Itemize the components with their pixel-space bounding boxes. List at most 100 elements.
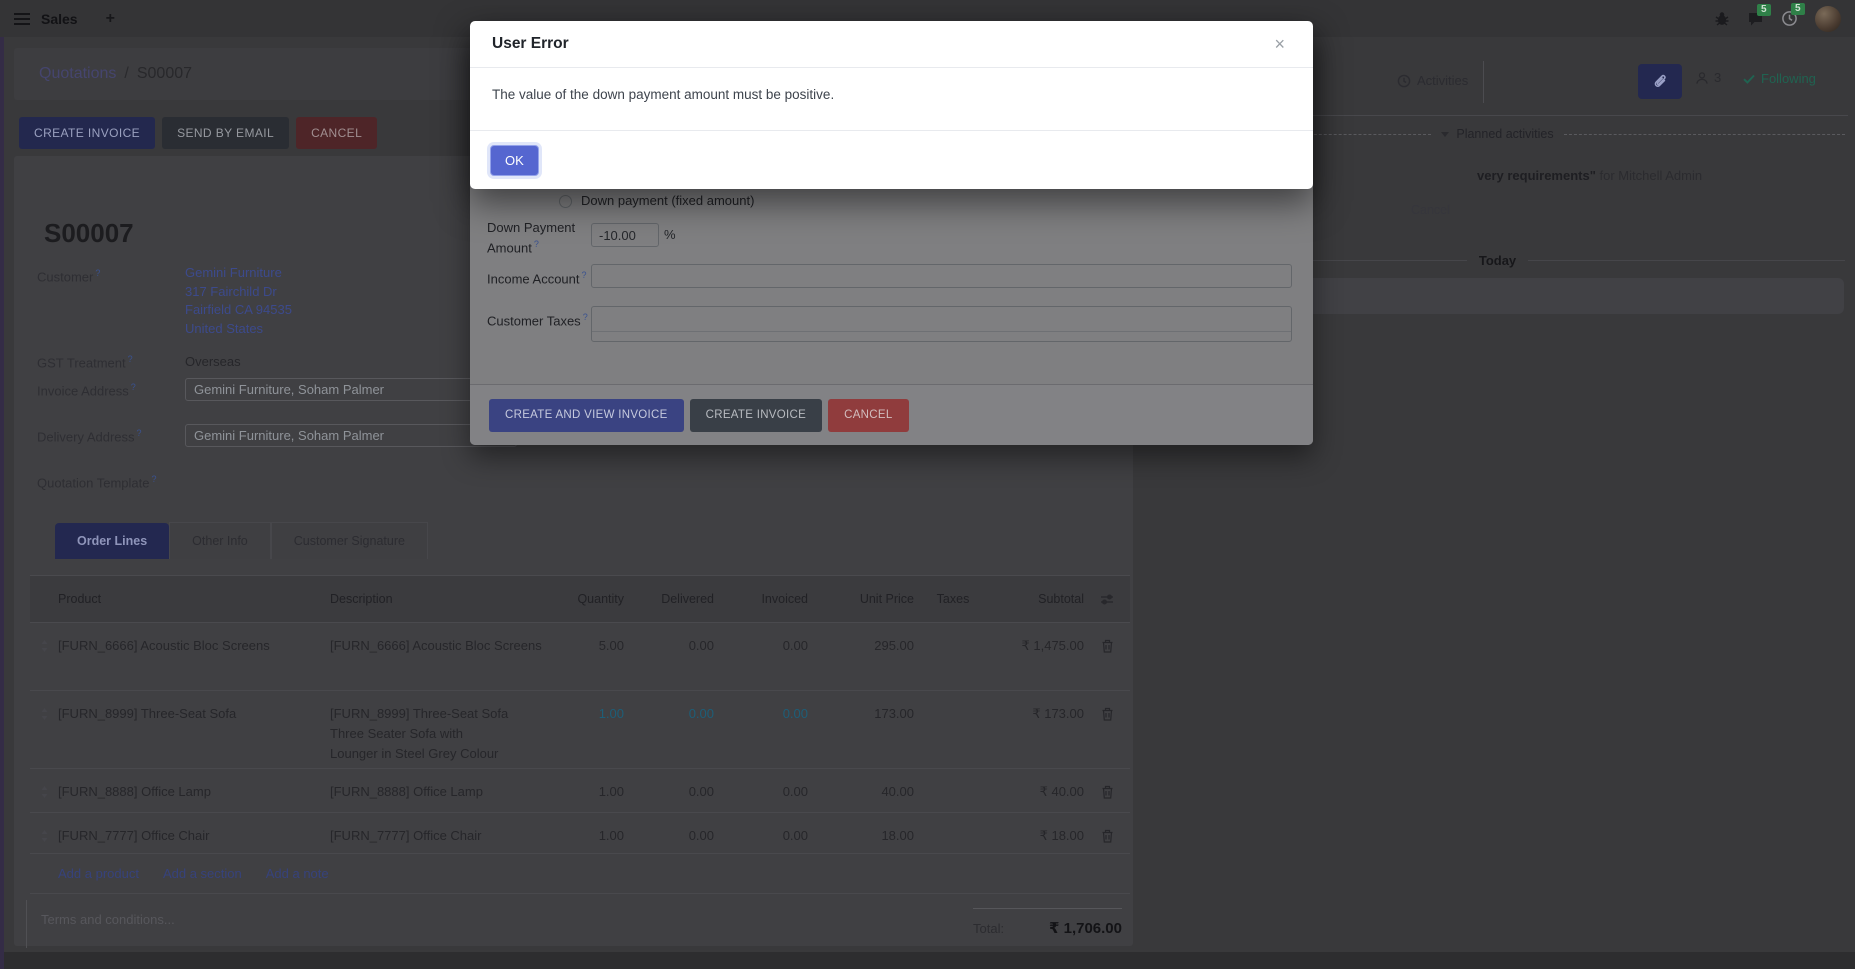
down-payment-amount-input[interactable]: -10.00 bbox=[591, 223, 659, 247]
cell-invoiced[interactable]: 0.00 bbox=[718, 704, 812, 768]
following-button[interactable]: Following bbox=[1743, 71, 1816, 86]
customer-street-link[interactable]: 317 Fairchild Dr bbox=[185, 283, 292, 302]
cell-invoiced[interactable]: 0.00 bbox=[718, 826, 812, 853]
column-options-icon[interactable] bbox=[1084, 593, 1130, 606]
cell-quantity[interactable]: 1.00 bbox=[542, 704, 628, 768]
customer-taxes-input[interactable] bbox=[591, 306, 1292, 342]
apps-menu-icon[interactable] bbox=[14, 13, 30, 25]
delete-row-icon[interactable] bbox=[1084, 636, 1130, 690]
invoice-address-input[interactable]: Gemini Furniture, Soham Palmer bbox=[185, 378, 517, 401]
close-icon[interactable]: × bbox=[1268, 34, 1291, 54]
cell-taxes[interactable] bbox=[918, 782, 988, 812]
delivery-address-input[interactable]: Gemini Furniture, Soham Palmer bbox=[185, 424, 517, 447]
order-line-row[interactable]: [FURN_8999] Three-Seat Sofa [FURN_8999] … bbox=[30, 691, 1130, 769]
app-name-sales[interactable]: Sales bbox=[41, 11, 78, 27]
customer-name-link[interactable]: Gemini Furniture bbox=[185, 264, 292, 283]
terms-and-conditions-input[interactable]: Terms and conditions... bbox=[26, 900, 966, 948]
cell-taxes[interactable] bbox=[918, 826, 988, 853]
help-marker: ? bbox=[137, 428, 142, 438]
tab-customer-signature[interactable]: Customer Signature bbox=[271, 522, 428, 559]
user-error-dialog: User Error × The value of the down payme… bbox=[470, 21, 1313, 189]
attach-files-button[interactable] bbox=[1638, 64, 1682, 99]
order-line-row[interactable]: [FURN_7777] Office Chair [FURN_7777] Off… bbox=[30, 813, 1130, 854]
order-lines-table: Product Description Quantity Delivered I… bbox=[30, 575, 1130, 894]
notebook-tabs: Order Lines Other Info Customer Signatur… bbox=[55, 522, 428, 559]
quotation-template-label: Quotation Template? bbox=[37, 474, 157, 490]
activities-button[interactable]: Activities bbox=[1397, 73, 1468, 88]
order-total: Total: ₹ 1,706.00 bbox=[973, 908, 1122, 937]
drag-handle-icon[interactable] bbox=[30, 636, 58, 690]
cell-subtotal: ₹ 1,475.00 bbox=[988, 636, 1084, 690]
create-invoice-button[interactable]: CREATE INVOICE bbox=[19, 117, 155, 149]
cell-delivered[interactable]: 0.00 bbox=[628, 636, 718, 690]
activities-clock-icon[interactable]: 5 bbox=[1781, 10, 1798, 27]
error-dialog-header: User Error × bbox=[470, 21, 1313, 68]
wizard-cancel-button[interactable]: CANCEL bbox=[828, 399, 908, 432]
debug-bug-icon[interactable] bbox=[1714, 11, 1730, 27]
gst-treatment-value[interactable]: Overseas bbox=[185, 354, 241, 369]
chevron-down-icon bbox=[1441, 132, 1449, 137]
followers-count: 3 bbox=[1714, 70, 1721, 85]
cancel-order-button[interactable]: CANCEL bbox=[296, 117, 377, 149]
cell-quantity[interactable]: 1.00 bbox=[542, 826, 628, 853]
ok-button[interactable]: OK bbox=[490, 145, 539, 176]
wizard-create-invoice-button[interactable]: CREATE INVOICE bbox=[690, 399, 822, 432]
cell-unit-price[interactable]: 18.00 bbox=[812, 826, 918, 853]
down-payment-fixed-radio-label[interactable]: Down payment (fixed amount) bbox=[581, 193, 754, 208]
cell-invoiced[interactable]: 0.00 bbox=[718, 782, 812, 812]
delete-row-icon[interactable] bbox=[1084, 782, 1130, 812]
cell-unit-price[interactable]: 295.00 bbox=[812, 636, 918, 690]
activity-cancel-link[interactable]: Cancel bbox=[1411, 203, 1450, 217]
cell-product[interactable]: [FURN_8999] Three-Seat Sofa bbox=[58, 704, 330, 768]
col-description: Description bbox=[330, 592, 542, 606]
cell-product[interactable]: [FURN_6666] Acoustic Bloc Screens bbox=[58, 636, 330, 690]
send-by-email-button[interactable]: SEND BY EMAIL bbox=[162, 117, 289, 149]
drag-handle-icon[interactable] bbox=[30, 826, 58, 853]
cell-invoiced[interactable]: 0.00 bbox=[718, 636, 812, 690]
delete-row-icon[interactable] bbox=[1084, 704, 1130, 768]
cell-taxes[interactable] bbox=[918, 704, 988, 768]
cell-subtotal: ₹ 18.00 bbox=[988, 826, 1084, 853]
breadcrumb-quotations-link[interactable]: Quotations bbox=[39, 65, 116, 83]
cell-description[interactable]: [FURN_6666] Acoustic Bloc Screens bbox=[330, 636, 542, 690]
cell-description[interactable]: [FURN_8888] Office Lamp bbox=[330, 782, 542, 812]
customer-city-link[interactable]: Fairfield CA 94535 bbox=[185, 301, 292, 320]
col-product: Product bbox=[58, 592, 330, 606]
followers-button[interactable]: 3 bbox=[1695, 70, 1721, 85]
cell-subtotal: ₹ 173.00 bbox=[988, 704, 1084, 768]
delete-row-icon[interactable] bbox=[1084, 826, 1130, 853]
planned-activity-item: very requirements" for Mitchell Admin bbox=[1477, 168, 1702, 183]
cell-unit-price[interactable]: 40.00 bbox=[812, 782, 918, 812]
order-line-row[interactable]: [FURN_6666] Acoustic Bloc Screens [FURN_… bbox=[30, 623, 1130, 691]
order-line-row[interactable]: [FURN_8888] Office Lamp [FURN_8888] Offi… bbox=[30, 769, 1130, 813]
cell-delivered[interactable]: 0.00 bbox=[628, 826, 718, 853]
cell-unit-price[interactable]: 173.00 bbox=[812, 704, 918, 768]
new-tab-plus-icon[interactable]: + bbox=[106, 10, 115, 28]
tab-other-info[interactable]: Other Info bbox=[169, 522, 271, 559]
add-a-note-link[interactable]: Add a note bbox=[266, 866, 329, 881]
cell-description[interactable]: [FURN_7777] Office Chair bbox=[330, 826, 542, 853]
customer-value[interactable]: Gemini Furniture 317 Fairchild Dr Fairfi… bbox=[185, 264, 292, 338]
messages-icon[interactable]: 5 bbox=[1747, 11, 1764, 27]
down-payment-fixed-radio[interactable] bbox=[559, 195, 572, 208]
cell-product[interactable]: [FURN_8888] Office Lamp bbox=[58, 782, 330, 812]
cell-quantity[interactable]: 1.00 bbox=[542, 782, 628, 812]
add-a-section-link[interactable]: Add a section bbox=[163, 866, 242, 881]
add-a-product-link[interactable]: Add a product bbox=[58, 866, 139, 881]
drag-handle-icon[interactable] bbox=[30, 704, 58, 768]
cell-delivered[interactable]: 0.00 bbox=[628, 704, 718, 768]
cell-product[interactable]: [FURN_7777] Office Chair bbox=[58, 826, 330, 853]
delivery-address-label: Delivery Address? bbox=[37, 428, 142, 444]
customer-country-link[interactable]: United States bbox=[185, 320, 292, 339]
cell-taxes[interactable] bbox=[918, 636, 988, 690]
cell-description[interactable]: [FURN_8999] Three-Seat Sofa Three Seater… bbox=[330, 704, 542, 768]
error-dialog-title: User Error bbox=[492, 35, 569, 53]
user-avatar[interactable] bbox=[1815, 6, 1841, 32]
tab-order-lines[interactable]: Order Lines bbox=[55, 523, 169, 559]
income-account-input[interactable] bbox=[591, 264, 1292, 288]
col-taxes: Taxes bbox=[918, 592, 988, 606]
cell-quantity[interactable]: 5.00 bbox=[542, 636, 628, 690]
create-and-view-invoice-button[interactable]: CREATE AND VIEW INVOICE bbox=[489, 399, 684, 432]
cell-delivered[interactable]: 0.00 bbox=[628, 782, 718, 812]
drag-handle-icon[interactable] bbox=[30, 782, 58, 812]
